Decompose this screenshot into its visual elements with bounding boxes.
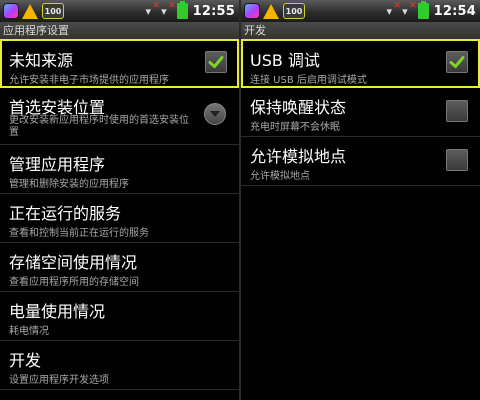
setting-storage-use[interactable]: 存储空间使用情况 查看应用程序所用的存储空间	[0, 243, 239, 292]
check-icon	[208, 56, 224, 68]
battery-icon	[417, 1, 429, 19]
setting-summary: 允许安装非电子市场提供的应用程序	[9, 75, 169, 86]
status-bar: 100 ▾ ✕ ▾ ✕ 12:55	[0, 0, 239, 23]
development-panel: 100 ▾ ✕ ▾ ✕ 12:54 开发 USB 调试 连接 USB 后启用调试模式…	[241, 0, 480, 400]
badge-icon: 100	[42, 3, 64, 19]
badge-icon: 100	[283, 3, 305, 19]
settings-list: 未知来源 允许安装非电子市场提供的应用程序 首选安装位置 更改安装新应用程序时使…	[0, 39, 239, 390]
section-header: 应用程序设置	[0, 22, 239, 39]
setting-summary: 耗电情况	[9, 326, 49, 337]
setting-stay-awake[interactable]: 保持唤醒状态 充电时屏幕不会休眠	[241, 88, 480, 137]
setting-mock-locations[interactable]: 允许模拟地点 允许模拟地点	[241, 137, 480, 186]
setting-summary: 设置应用程序开发选项	[9, 375, 109, 386]
warning-icon	[263, 3, 279, 19]
setting-summary: 查看和控制当前正在运行的服务	[9, 228, 149, 239]
notification-icons: 100	[3, 2, 67, 20]
status-bar: 100 ▾ ✕ ▾ ✕ 12:54	[241, 0, 480, 23]
check-icon	[449, 56, 465, 68]
setting-title: 电量使用情况	[9, 302, 106, 321]
setting-summary: 充电时屏幕不会休眠	[250, 122, 340, 133]
setting-development[interactable]: 开发 设置应用程序开发选项	[0, 341, 239, 390]
setting-summary: 更改安装新应用程序时使用的首选安装位置	[9, 115, 189, 138]
notification-icons: 100	[244, 2, 308, 20]
mock-locations-checkbox[interactable]	[446, 149, 468, 171]
setting-unknown-sources[interactable]: 未知来源 允许安装非电子市场提供的应用程序	[0, 39, 239, 88]
signal-icon: ▾ ✕	[402, 0, 417, 18]
warning-icon	[22, 3, 38, 19]
setting-title: 保持唤醒状态	[250, 98, 347, 117]
app-settings-panel: 100 ▾ ✕ ▾ ✕ 12:55 应用程序设置 未知来源 允许安装非电子市场提供的…	[0, 0, 239, 400]
setting-usb-debugging[interactable]: USB 调试 连接 USB 后启用调试模式	[241, 39, 480, 88]
setting-summary: 连接 USB 后启用调试模式	[250, 75, 367, 86]
setting-title: 未知来源	[9, 51, 74, 70]
setting-battery-use[interactable]: 电量使用情况 耗电情况	[0, 292, 239, 341]
setting-summary: 允许模拟地点	[250, 171, 310, 182]
setting-manage-apps[interactable]: 管理应用程序 管理和删除安装的应用程序	[0, 145, 239, 194]
setting-title: USB 调试	[250, 51, 320, 70]
setting-title: 正在运行的服务	[9, 204, 122, 223]
app-notification-icon	[244, 3, 260, 19]
stay-awake-checkbox[interactable]	[446, 100, 468, 122]
no-data-signal-icon: ▾ ✕	[386, 0, 402, 18]
setting-install-location[interactable]: 首选安装位置 更改安装新应用程序时使用的首选安装位置	[0, 88, 239, 145]
chevron-down-icon	[210, 111, 220, 117]
status-clock: 12:55	[192, 3, 235, 19]
no-data-signal-icon: ▾ ✕	[145, 0, 161, 18]
status-clock: 12:54	[433, 3, 476, 19]
install-location-dropdown[interactable]	[204, 103, 226, 125]
setting-title: 存储空间使用情况	[9, 253, 138, 272]
settings-list: USB 调试 连接 USB 后启用调试模式 保持唤醒状态 充电时屏幕不会休眠 允…	[241, 39, 480, 186]
unknown-sources-checkbox[interactable]	[205, 51, 227, 73]
signal-icon: ▾ ✕	[161, 0, 176, 18]
usb-debugging-checkbox[interactable]	[446, 51, 468, 73]
setting-summary: 查看应用程序所用的存储空间	[9, 277, 139, 288]
setting-title: 允许模拟地点	[250, 147, 347, 166]
status-right: ▾ ✕ ▾ ✕ 12:54	[387, 0, 476, 22]
setting-running-services[interactable]: 正在运行的服务 查看和控制当前正在运行的服务	[0, 194, 239, 243]
setting-summary: 管理和删除安装的应用程序	[9, 179, 129, 190]
battery-icon	[176, 1, 188, 19]
status-right: ▾ ✕ ▾ ✕ 12:55	[146, 0, 235, 22]
setting-title: 开发	[9, 351, 42, 370]
section-header: 开发	[241, 22, 480, 39]
app-notification-icon	[3, 3, 19, 19]
setting-title: 管理应用程序	[9, 155, 106, 174]
